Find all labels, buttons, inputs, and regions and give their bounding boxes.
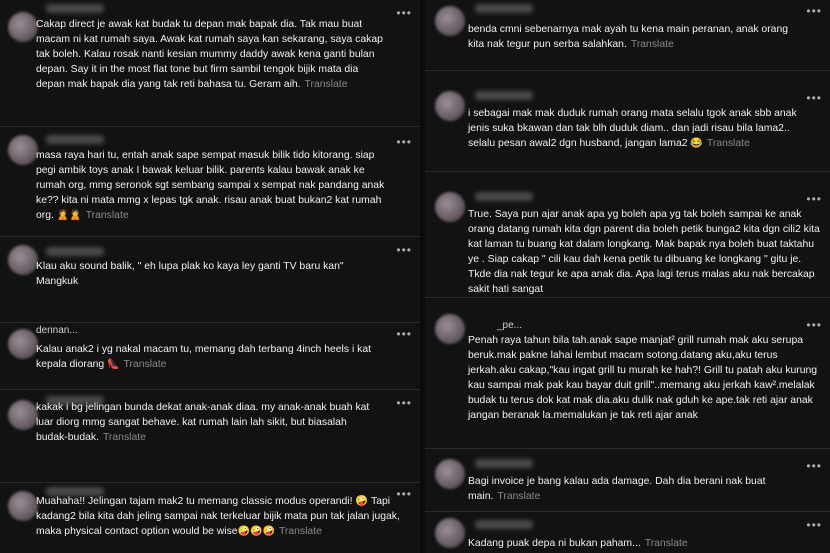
comment-post: _pe... ••• Penah raya tahun bila tah.ana… bbox=[425, 298, 830, 448]
emoji: 😂 bbox=[690, 138, 703, 149]
more-options-icon[interactable]: ••• bbox=[806, 91, 822, 105]
more-options-icon[interactable]: ••• bbox=[396, 243, 412, 257]
avatar[interactable] bbox=[8, 135, 38, 165]
avatar[interactable] bbox=[8, 245, 38, 275]
comment-post: ••• True. Saya pun ajar anak apa yg bole… bbox=[425, 172, 830, 297]
avatar[interactable] bbox=[435, 314, 465, 344]
username-blurred[interactable] bbox=[46, 4, 104, 13]
avatar[interactable] bbox=[435, 91, 465, 121]
username-partial[interactable]: _pe... bbox=[497, 320, 522, 331]
comment-text: i sebagai mak mak duduk rumah orang mata… bbox=[468, 106, 818, 151]
more-options-icon[interactable]: ••• bbox=[396, 396, 412, 410]
left-comments-column: ••• Cakap direct je awak kat budak tu de… bbox=[0, 0, 420, 553]
avatar[interactable] bbox=[435, 518, 465, 548]
comment-body: Penah raya tahun bila tah.anak sape manj… bbox=[468, 335, 818, 421]
emoji: 🤪🤪🤪 bbox=[237, 526, 275, 537]
avatar[interactable] bbox=[435, 192, 465, 222]
avatar[interactable] bbox=[8, 329, 38, 359]
comment-post: ••• i sebagai mak mak duduk rumah orang … bbox=[425, 71, 830, 171]
translate-link[interactable]: Translate bbox=[707, 138, 750, 149]
more-options-icon[interactable]: ••• bbox=[396, 135, 412, 149]
avatar[interactable] bbox=[435, 6, 465, 36]
avatar[interactable] bbox=[8, 12, 38, 42]
avatar[interactable] bbox=[8, 491, 38, 521]
username-blurred[interactable] bbox=[475, 459, 533, 468]
translate-link[interactable]: Translate bbox=[86, 210, 129, 221]
username-blurred[interactable] bbox=[46, 247, 104, 256]
comment-text: Muahaha!! Jelingan tajam mak2 tu memang … bbox=[36, 494, 420, 539]
comment-text: benda cmni sebenarnya mak ayah tu kena m… bbox=[468, 22, 798, 52]
comment-post: ••• masa raya hari tu, entah anak sape s… bbox=[0, 127, 420, 236]
more-options-icon[interactable]: ••• bbox=[806, 4, 822, 18]
more-options-icon[interactable]: ••• bbox=[396, 327, 412, 341]
comment-post: ••• Klau aku sound balik, " eh lupa plak… bbox=[0, 237, 420, 322]
comment-text: Penah raya tahun bila tah.anak sape manj… bbox=[468, 333, 823, 423]
comment-text: Klau aku sound balik, " eh lupa plak ko … bbox=[36, 259, 366, 289]
translate-link[interactable]: Translate bbox=[631, 39, 674, 50]
username-blurred[interactable] bbox=[475, 91, 533, 100]
username-partial[interactable]: dennan... bbox=[36, 325, 78, 336]
username-blurred[interactable] bbox=[475, 4, 533, 13]
comment-post: ••• Muahaha!! Jelingan tajam mak2 tu mem… bbox=[0, 483, 420, 553]
comment-text: kakak i bg jelingan bunda dekat anak-ana… bbox=[36, 400, 376, 445]
comment-text: True. Saya pun ajar anak apa yg boleh ap… bbox=[468, 207, 823, 297]
comment-body: Kadang puak depa ni bukan paham... bbox=[468, 538, 641, 549]
comment-text: Kadang puak depa ni bukan paham... Transl… bbox=[468, 536, 823, 551]
translate-link[interactable]: Translate bbox=[124, 359, 167, 370]
comment-text: Kalau anak2 i yg nakal macam tu, memang … bbox=[36, 342, 386, 372]
comment-post: ••• kakak i bg jelingan bunda dekat anak… bbox=[0, 390, 420, 482]
avatar[interactable] bbox=[435, 459, 465, 489]
comment-body: Kalau anak2 i yg nakal macam tu, memang … bbox=[36, 344, 372, 370]
comment-post: ••• Bagi invoice je bang kalau ada damag… bbox=[425, 449, 830, 511]
emoji: 👠 bbox=[107, 359, 120, 370]
comment-body: True. Saya pun ajar anak apa yg boleh ap… bbox=[468, 209, 820, 295]
translate-link[interactable]: Translate bbox=[279, 526, 322, 537]
comment-body: Muahaha!! Jelingan tajam mak2 tu memang … bbox=[36, 496, 400, 537]
comment-post: ••• Kadang puak depa ni bukan paham... Tr… bbox=[425, 512, 830, 553]
right-comments-column: ••• benda cmni sebenarnya mak ayah tu ke… bbox=[425, 0, 830, 553]
comment-text: Cakap direct je awak kat budak tu depan … bbox=[36, 17, 386, 92]
translate-link[interactable]: Translate bbox=[497, 491, 540, 502]
more-options-icon[interactable]: ••• bbox=[806, 459, 822, 473]
username-blurred[interactable] bbox=[475, 520, 533, 529]
translate-link[interactable]: Translate bbox=[305, 79, 348, 90]
more-options-icon[interactable]: ••• bbox=[806, 518, 822, 532]
comment-body: benda cmni sebenarnya mak ayah tu kena m… bbox=[468, 24, 789, 50]
comment-post: ••• Cakap direct je awak kat budak tu de… bbox=[0, 0, 420, 126]
comment-text: Bagi invoice je bang kalau ada damage. D… bbox=[468, 474, 823, 504]
translate-link[interactable]: Translate bbox=[103, 432, 146, 443]
more-options-icon[interactable]: ••• bbox=[806, 192, 822, 206]
username-blurred[interactable] bbox=[475, 192, 533, 201]
more-options-icon[interactable]: ••• bbox=[396, 6, 412, 20]
comment-body: kakak i bg jelingan bunda dekat anak-ana… bbox=[36, 402, 370, 443]
comment-post: dennan... ••• Kalau anak2 i yg nakal mac… bbox=[0, 323, 420, 389]
comment-text: masa raya hari tu, entah anak sape sempa… bbox=[36, 148, 391, 223]
emoji: 🙎🙎 bbox=[56, 210, 82, 221]
comment-post: ••• benda cmni sebenarnya mak ayah tu ke… bbox=[425, 0, 830, 70]
more-options-icon[interactable]: ••• bbox=[806, 318, 822, 332]
comment-body: Klau aku sound balik, " eh lupa plak ko … bbox=[36, 261, 344, 287]
translate-link[interactable]: Translate bbox=[645, 538, 688, 549]
username-blurred[interactable] bbox=[46, 135, 104, 144]
avatar[interactable] bbox=[8, 400, 38, 430]
